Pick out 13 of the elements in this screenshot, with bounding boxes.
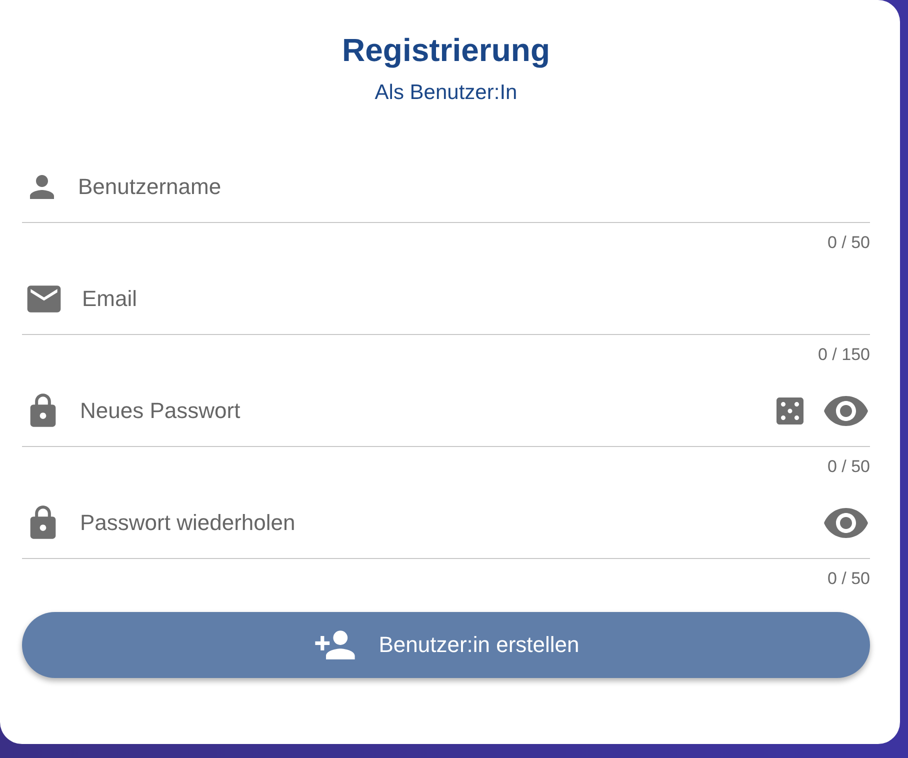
text-field[interactable]: Benutzername: [76, 173, 868, 201]
character-counter: 0 / 50: [827, 457, 870, 477]
text-field[interactable]: Passwort wiederholen: [78, 509, 808, 537]
form-subtitle: Als Benutzer:In: [374, 80, 518, 106]
eye-icon[interactable]: [824, 393, 868, 429]
character-counter: 0 / 50: [827, 569, 870, 589]
eye-icon[interactable]: [824, 505, 868, 541]
character-counter: 0 / 50: [827, 233, 870, 253]
create-user-button[interactable]: Benutzer:in erstellen: [22, 612, 870, 678]
text-field[interactable]: Email: [80, 285, 868, 313]
form-title: Registrierung: [342, 31, 550, 70]
text-field[interactable]: Neues Passwort: [78, 397, 756, 425]
character-counter: 0 / 150: [818, 345, 870, 365]
